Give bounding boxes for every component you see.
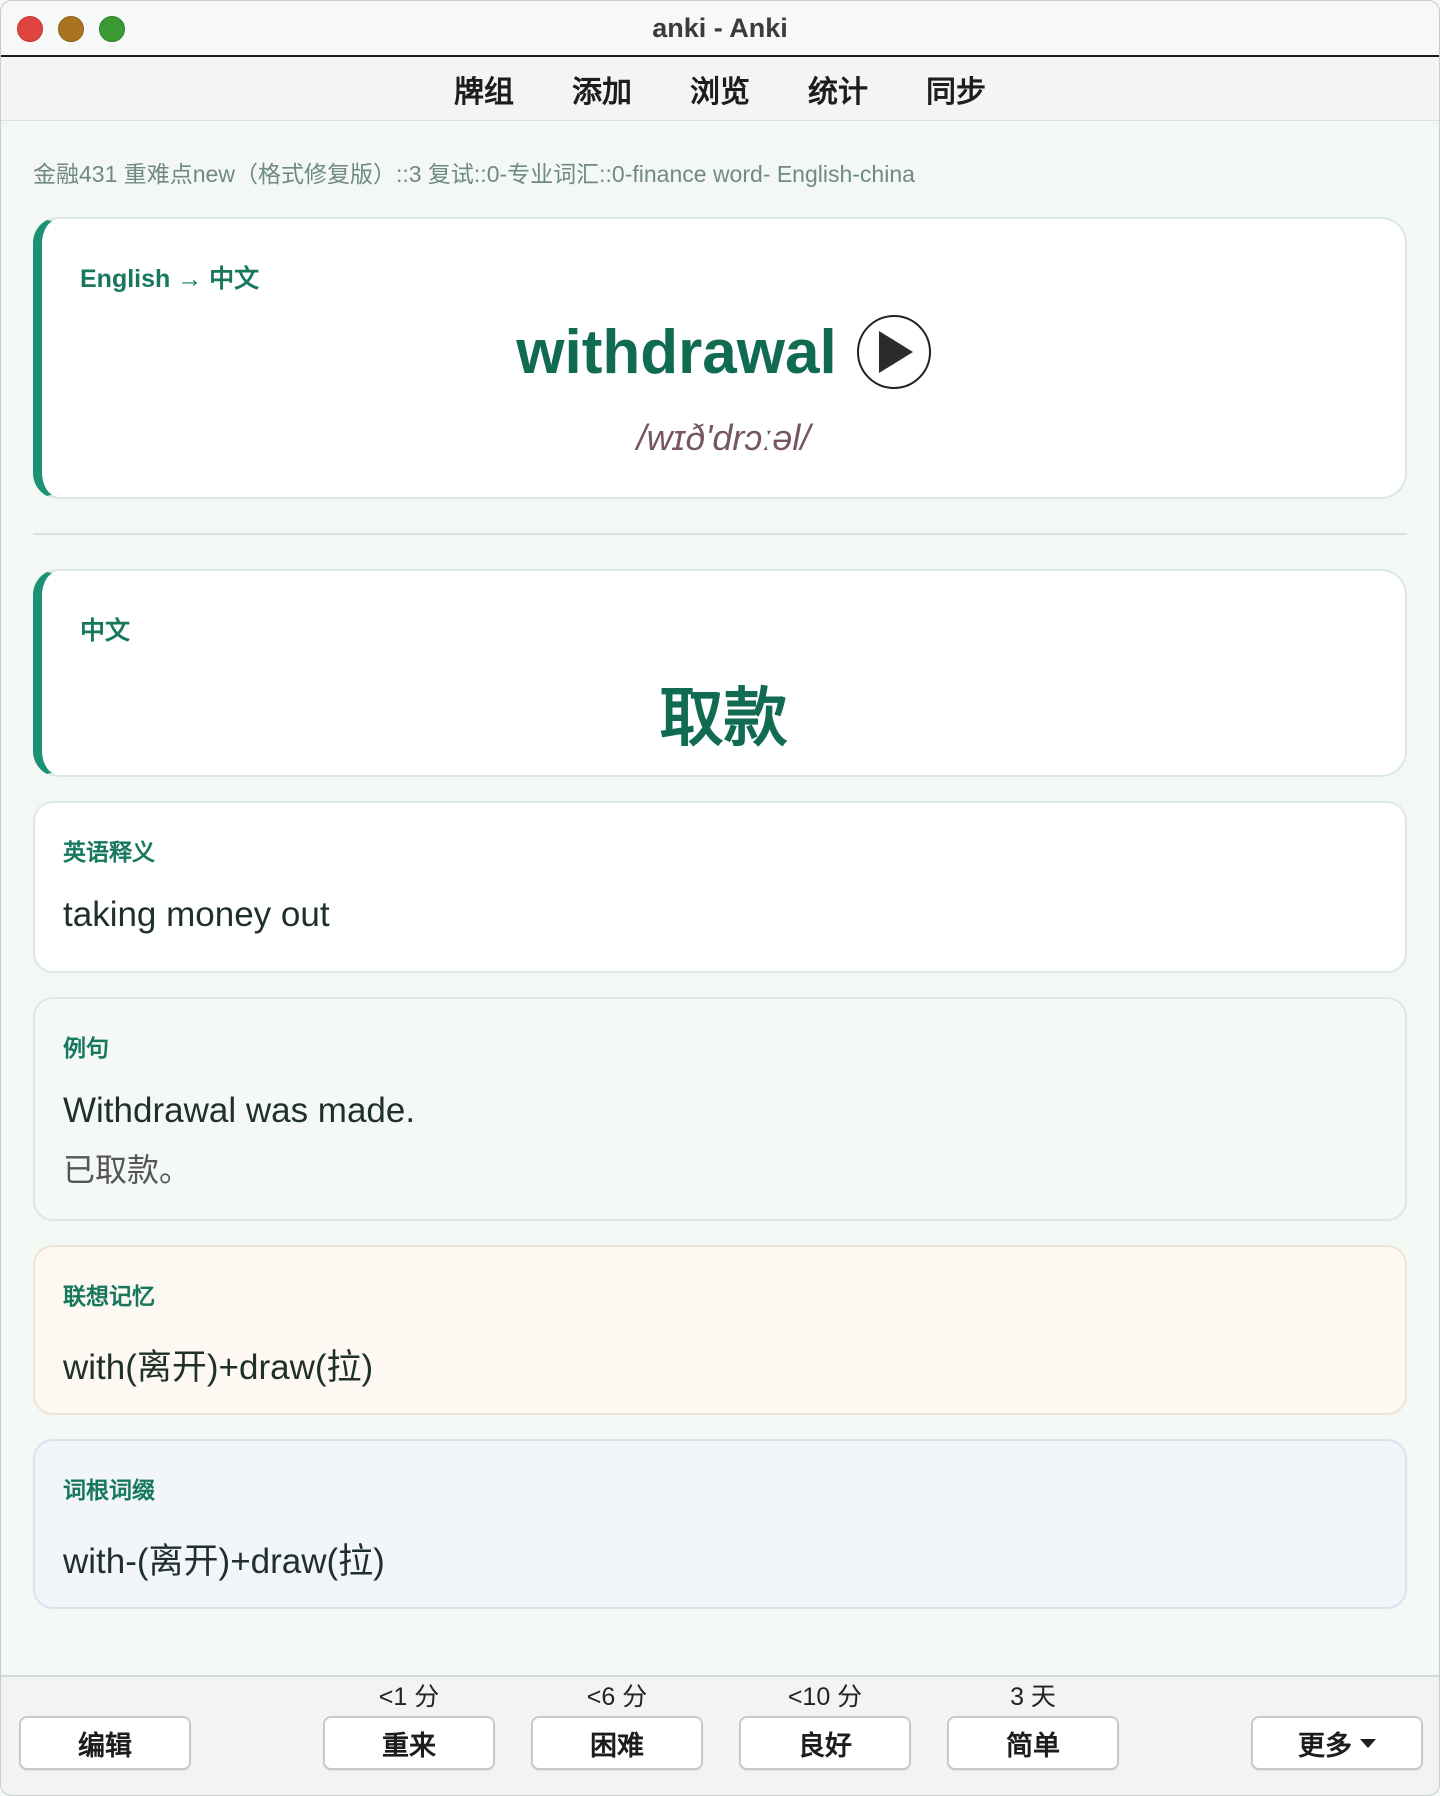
play-icon — [878, 331, 913, 373]
definition-text: taking money out — [63, 895, 330, 934]
memory-label: 联想记忆 — [63, 1283, 155, 1309]
caret-down-icon — [1360, 1738, 1376, 1748]
good-button[interactable]: 良好 — [739, 1716, 911, 1770]
play-audio-button[interactable] — [856, 315, 931, 389]
answer-divider — [33, 533, 1407, 535]
main-toolbar: 牌组 添加 浏览 统计 同步 — [1, 57, 1439, 121]
front-card: English → 中文 withdrawal /wɪð'drɔːəl/ — [33, 217, 1407, 499]
deck-path: 金融431 重难点new（格式修复版）::3 复试::0-专业词汇::0-fin… — [33, 161, 915, 187]
edit-button[interactable]: 编辑 — [19, 1716, 191, 1770]
interval-hard: <6 分 — [586, 1683, 648, 1711]
toolbar-browse[interactable]: 浏览 — [690, 67, 750, 111]
roots-section: 词根词缀 with-(离开)+draw(拉) — [33, 1439, 1407, 1609]
window-title: anki - Anki — [652, 13, 788, 43]
more-button[interactable]: 更多 — [1251, 1716, 1423, 1770]
more-label: 更多 — [1298, 1730, 1352, 1761]
example-label: 例句 — [63, 1035, 109, 1061]
interval-easy: 3 天 — [1010, 1683, 1056, 1711]
memory-section: 联想记忆 with(离开)+draw(拉) — [33, 1245, 1407, 1415]
review-content: 金融431 重难点new（格式修复版）::3 复试::0-专业词汇::0-fin… — [1, 121, 1439, 1609]
headword: withdrawal — [516, 317, 837, 387]
definition-label: 英语释义 — [63, 839, 155, 865]
meaning-card: 中文 取款 — [33, 569, 1407, 777]
memory-text: with(离开)+draw(拉) — [63, 1348, 374, 1387]
phonetic: /wɪð'drɔːəl/ — [636, 417, 811, 458]
toolbar-decks[interactable]: 牌组 — [454, 67, 514, 111]
toolbar-stats[interactable]: 统计 — [808, 67, 868, 111]
interval-again: <1 分 — [378, 1683, 440, 1711]
interval-good: <10 分 — [787, 1683, 863, 1711]
toolbar-add[interactable]: 添加 — [572, 67, 632, 111]
roots-label: 词根词缀 — [63, 1477, 155, 1503]
title-bar: anki - Anki — [1, 1, 1439, 57]
example-section: 例句 Withdrawal was made. 已取款。 — [33, 997, 1407, 1221]
anki-window: anki - Anki 牌组 添加 浏览 统计 同步 金融431 重难点new（… — [0, 0, 1440, 1796]
answer-bar: 编辑 <1 分 重来 <6 分 困难 <10 分 良好 3 天 简单 更多 — [1, 1675, 1439, 1795]
meaning-text: 取款 — [659, 682, 788, 754]
word-row: withdrawal — [42, 315, 1405, 389]
toolbar-sync[interactable]: 同步 — [926, 67, 986, 111]
roots-text: with-(离开)+draw(拉) — [63, 1542, 385, 1581]
example-sentence: Withdrawal was made. — [63, 1091, 416, 1130]
meaning-label: 中文 — [80, 617, 131, 645]
example-translation: 已取款。 — [63, 1152, 192, 1188]
hard-button[interactable]: 困难 — [531, 1716, 703, 1770]
again-button[interactable]: 重来 — [323, 1716, 495, 1770]
easy-button[interactable]: 简单 — [947, 1716, 1119, 1770]
direction-label: English → 中文 — [80, 265, 260, 293]
definition-section: 英语释义 taking money out — [33, 801, 1407, 973]
